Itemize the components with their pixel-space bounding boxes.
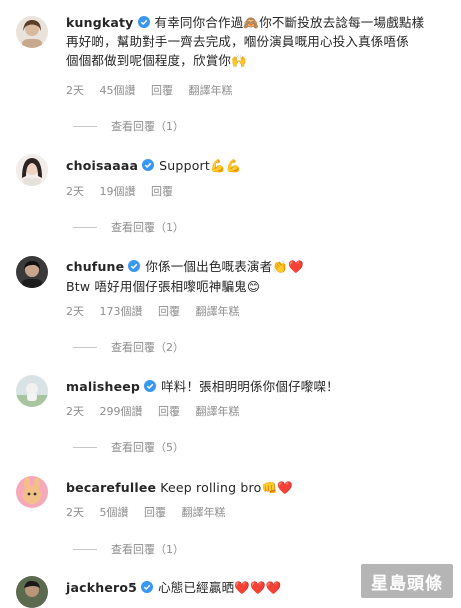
comment-time: 2天 — [66, 506, 84, 519]
comment-time: 2天 — [66, 405, 84, 418]
username[interactable]: kungkaty — [66, 15, 134, 30]
comment-text: 再好啲，幫助對手一齊去完成，嗰份演員嘅用心投入真係唔係 — [66, 34, 409, 49]
translate-button[interactable]: 翻譯年糕 — [189, 84, 233, 97]
view-replies-button[interactable]: 查看回覆（1） — [73, 118, 184, 134]
view-replies-button[interactable]: 查看回覆（2） — [73, 339, 184, 355]
verified-badge-icon — [144, 380, 157, 392]
reply-button[interactable]: 回覆 — [158, 305, 180, 318]
like-count[interactable]: 299個讚 — [100, 405, 143, 418]
reply-button[interactable]: 回覆 — [151, 84, 173, 97]
comment-text: 個個都做到呢個程度，欣賞你🙌 — [66, 53, 247, 68]
reply-button[interactable]: 回覆 — [158, 405, 180, 418]
username[interactable]: chufune — [66, 259, 124, 274]
username[interactable]: malisheep — [66, 379, 140, 394]
avatar[interactable] — [16, 154, 48, 186]
view-replies-label: 查看回覆（1） — [111, 120, 184, 133]
like-count[interactable]: 5個讚 — [100, 506, 129, 519]
like-count[interactable]: 45個讚 — [100, 84, 136, 97]
like-count[interactable]: 173個讚 — [100, 305, 143, 318]
comment-time: 2天 — [66, 84, 84, 97]
divider — [73, 125, 97, 127]
translate-button[interactable]: 翻譯年糕 — [182, 506, 226, 519]
comment-text: Keep rolling bro👊❤️ — [160, 480, 293, 495]
verified-badge-icon — [142, 159, 155, 171]
avatar[interactable] — [16, 256, 48, 288]
username[interactable]: choisaaaa — [66, 158, 138, 173]
view-replies-label: 查看回覆（1） — [111, 221, 184, 234]
reply-button[interactable]: 回覆 — [144, 506, 166, 519]
verified-badge-icon — [141, 581, 154, 593]
view-replies-label: 查看回覆（2） — [111, 341, 184, 354]
view-replies-label: 查看回覆（5） — [111, 441, 184, 454]
comment-text: Btw 唔好用個仔張相嚟呃神騙鬼😊 — [66, 279, 261, 294]
like-count[interactable]: 19個讚 — [100, 185, 136, 198]
comment-time: 2天 — [66, 185, 84, 198]
avatar[interactable] — [16, 16, 48, 48]
view-replies-label: 查看回覆（1） — [111, 543, 184, 556]
divider — [73, 548, 97, 550]
view-replies-button[interactable]: 查看回覆（5） — [73, 439, 184, 455]
view-replies-button[interactable]: 查看回覆（1） — [73, 219, 184, 235]
username[interactable]: jackhero5 — [66, 580, 137, 595]
divider — [73, 446, 97, 448]
view-replies-button[interactable]: 查看回覆（1） — [73, 541, 184, 557]
avatar[interactable] — [16, 375, 48, 407]
username[interactable]: becarefullee — [66, 480, 156, 495]
watermark-text: 星島頭條 — [371, 573, 443, 594]
comment-text: 你係一個出色嘅表演者👏❤️ — [145, 259, 304, 274]
translate-button[interactable]: 翻譯年糕 — [196, 405, 240, 418]
avatar[interactable] — [16, 576, 48, 608]
comment-time: 2天 — [66, 305, 84, 318]
divider — [73, 226, 97, 228]
avatar[interactable] — [16, 476, 48, 508]
verified-badge-icon — [137, 16, 150, 28]
verified-badge-icon — [128, 260, 141, 272]
divider — [73, 346, 97, 348]
comment-text: Support💪💪 — [159, 158, 242, 173]
comment-text: 有幸同你合作過🙈你不斷投放去諗每一場戲點樣 — [154, 15, 425, 30]
comment-text: 心態已經贏晒❤️❤️❤️ — [158, 580, 282, 595]
watermark-logo: 星島頭條 — [359, 562, 455, 600]
comment-text: 咩料！張相明明係你個仔嚟㗎！ — [161, 379, 339, 394]
reply-button[interactable]: 回覆 — [151, 185, 173, 198]
translate-button[interactable]: 翻譯年糕 — [196, 305, 240, 318]
